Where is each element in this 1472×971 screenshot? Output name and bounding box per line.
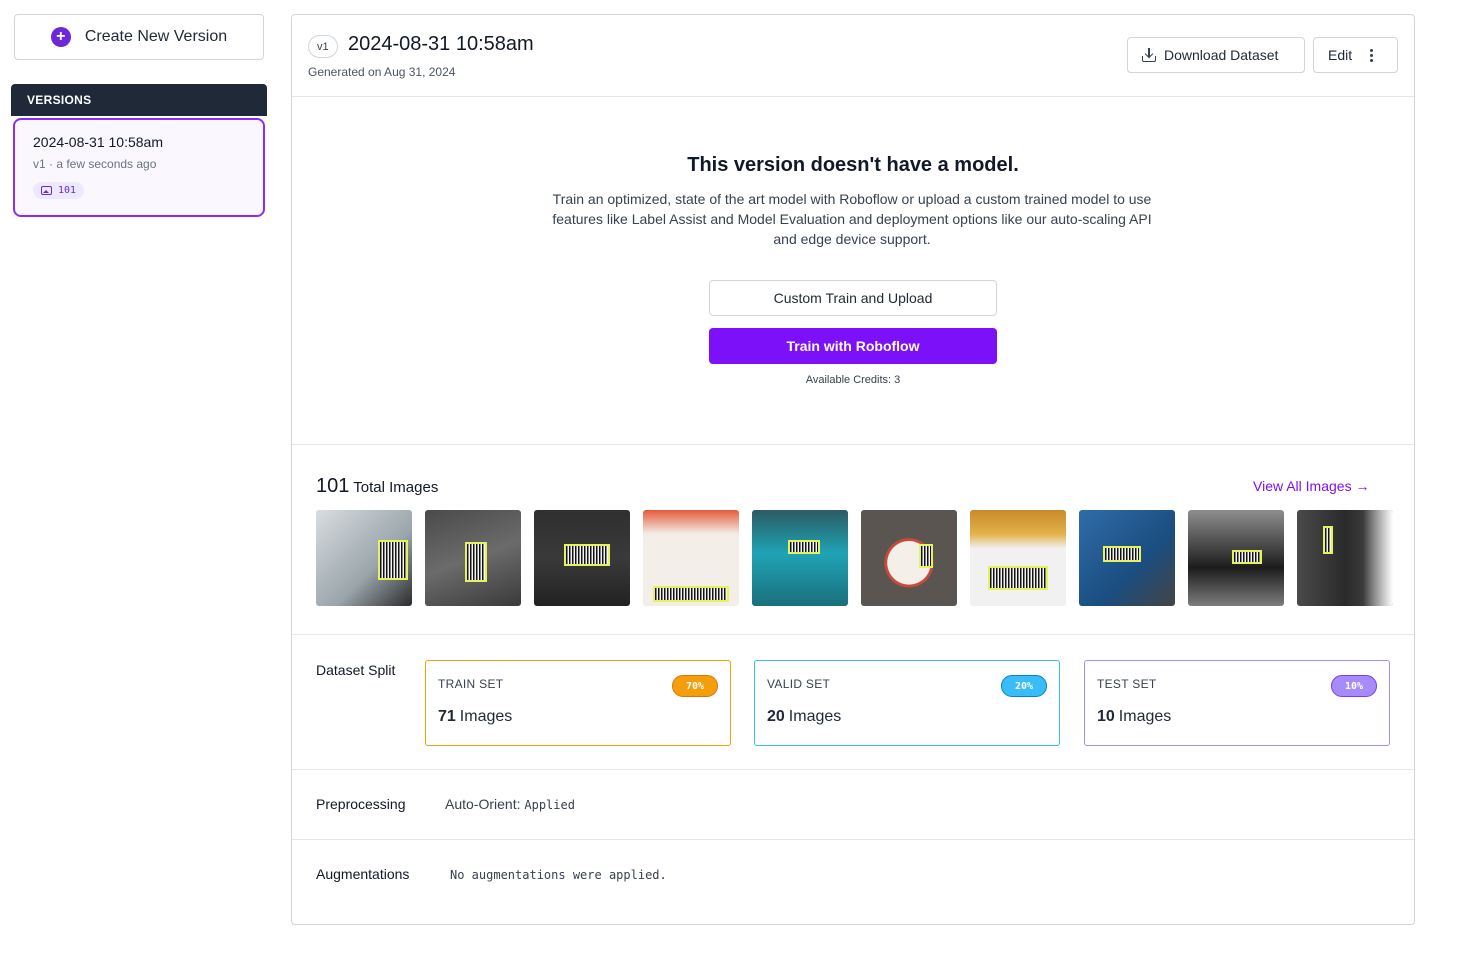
train-with-roboflow-button[interactable]: Train with Roboflow xyxy=(709,328,997,364)
valid-count-unit: Images xyxy=(788,708,842,725)
image-count: 101 xyxy=(58,185,77,196)
page-title: 2024-08-31 10:58am xyxy=(348,33,534,55)
image-thumbnail[interactable] xyxy=(316,510,412,606)
create-new-version-label: Create New Version xyxy=(84,28,228,45)
generated-date: Generated on Aug 31, 2024 xyxy=(308,65,456,79)
valid-percent-badge: 20% xyxy=(1001,675,1047,697)
view-all-images-link[interactable]: View All Images → xyxy=(1253,478,1369,494)
version-item-title: 2024-08-31 10:58am xyxy=(33,134,163,150)
download-dataset-button[interactable]: Download Dataset xyxy=(1127,37,1305,73)
dataset-split-section: Dataset Split TRAIN SET 71 Images 70% VAL… xyxy=(292,635,1414,770)
image-thumbnail[interactable] xyxy=(752,510,848,606)
image-thumbnail[interactable] xyxy=(425,510,521,606)
train-count-value: 71 xyxy=(438,708,456,725)
version-header: v1 2024-08-31 10:58am Generated on Aug 3… xyxy=(292,15,1414,97)
test-set-count: 10 Images xyxy=(1097,708,1377,726)
image-thumbnail[interactable] xyxy=(970,510,1066,606)
total-images-count: 101 xyxy=(316,475,350,497)
train-count-unit: Images xyxy=(459,708,513,725)
download-icon xyxy=(1142,48,1156,62)
download-dataset-label: Download Dataset xyxy=(1164,47,1279,63)
image-thumbnails xyxy=(316,510,1393,606)
augmentations-label: Augmentations xyxy=(316,866,410,882)
valid-set-card: VALID SET 20 Images 20% xyxy=(754,660,1060,746)
version-detail-panel: v1 2024-08-31 10:58am Generated on Aug 3… xyxy=(291,14,1415,925)
image-thumbnail[interactable] xyxy=(1079,510,1175,606)
plus-icon: + xyxy=(50,27,71,47)
image-thumbnail[interactable] xyxy=(861,510,957,606)
images-section: 101 Total Images View All Images → xyxy=(292,445,1414,635)
train-set-card: TRAIN SET 71 Images 70% xyxy=(425,660,731,746)
dataset-split-label: Dataset Split xyxy=(316,662,396,678)
version-item-v1[interactable]: 2024-08-31 10:58am v1 · a few seconds ag… xyxy=(13,118,265,217)
total-images: 101 Total Images xyxy=(316,475,438,498)
versions-header: VERSIONS xyxy=(11,84,267,116)
preprocessing-step-value: Applied xyxy=(524,798,575,812)
credits-value: 3 xyxy=(894,374,901,386)
available-credits: Available Credits: 3 xyxy=(292,374,1414,386)
no-model-title: This version doesn't have a model. xyxy=(687,154,1019,176)
test-percent-badge: 10% xyxy=(1331,675,1377,697)
valid-count-value: 20 xyxy=(767,708,785,725)
test-count-value: 10 xyxy=(1097,708,1115,725)
create-new-version-button[interactable]: + Create New Version xyxy=(14,14,264,60)
version-item-subtitle: v1 · a few seconds ago xyxy=(33,157,157,171)
edit-label: Edit xyxy=(1328,47,1353,63)
credits-label: Available Credits: xyxy=(805,374,892,386)
versions-panel: VERSIONS 2024-08-31 10:58am v1 · a few s… xyxy=(11,84,267,217)
image-thumbnail[interactable] xyxy=(1297,510,1393,606)
image-thumbnail[interactable] xyxy=(1188,510,1284,606)
no-model-section: This version doesn't have a model. Train… xyxy=(292,97,1414,445)
image-icon xyxy=(41,186,52,195)
test-set-card: TEST SET 10 Images 10% xyxy=(1084,660,1390,746)
more-vertical-icon xyxy=(1370,48,1374,62)
custom-train-upload-button[interactable]: Custom Train and Upload xyxy=(709,280,997,316)
edit-button[interactable]: Edit xyxy=(1313,37,1398,73)
version-tag: v1 xyxy=(308,35,338,58)
no-model-description: Train an optimized, state of the art mod… xyxy=(552,191,1152,247)
preprocessing-step-name: Auto-Orient: xyxy=(445,796,521,812)
train-percent-badge: 70% xyxy=(672,675,718,697)
augmentations-section: Augmentations No augmentations were appl… xyxy=(292,840,1414,925)
augmentations-value: No augmentations were applied. xyxy=(450,868,667,882)
image-count-badge: 101 xyxy=(33,182,85,199)
preprocessing-section: Preprocessing Auto-Orient: Applied xyxy=(292,770,1414,840)
preprocessing-step: Auto-Orient: Applied xyxy=(445,796,575,812)
valid-set-count: 20 Images xyxy=(767,708,1047,726)
test-count-unit: Images xyxy=(1118,708,1172,725)
total-images-label: Total Images xyxy=(353,479,439,496)
preprocessing-label: Preprocessing xyxy=(316,796,406,812)
image-thumbnail[interactable] xyxy=(534,510,630,606)
train-set-count: 71 Images xyxy=(438,708,718,726)
image-thumbnail[interactable] xyxy=(643,510,739,606)
